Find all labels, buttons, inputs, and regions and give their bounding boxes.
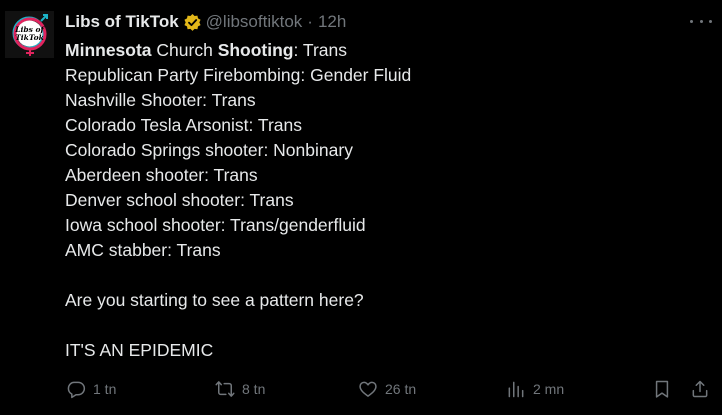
tweet-line-2: Republican Party Firebombing: Gender Flu… [65, 65, 412, 85]
avatar-text-bottom: TikTok [15, 33, 44, 42]
action-bar: 1 tn 8 tn 26 tn 2 mn [0, 376, 722, 402]
reply-count: 1 tn [93, 381, 117, 397]
bookmark-button[interactable] [652, 376, 672, 402]
avatar[interactable]: Libs of TikTok [5, 11, 54, 58]
verified-badge-icon[interactable] [183, 13, 202, 32]
text-church: Church [151, 40, 218, 60]
bookmark-icon [652, 379, 672, 399]
repost-icon [215, 379, 235, 399]
repost-count: 8 tn [242, 381, 266, 397]
tweet-line-1: Minnesota Church Shooting: Trans [65, 38, 705, 63]
tweet-line-7: Denver school shooter: Trans [65, 190, 294, 210]
views-count: 2 mn [533, 381, 565, 397]
like-button[interactable]: 26 tn [358, 376, 416, 402]
tweet-line-10: Are you starting to see a pattern here? [65, 290, 364, 310]
tweet-header: Libs of TikTok @libsoftiktok · 12h [65, 11, 346, 33]
share-button[interactable] [690, 376, 710, 402]
like-icon [358, 379, 378, 399]
share-icon [690, 379, 710, 399]
more-icon[interactable] [690, 12, 712, 30]
reply-button[interactable]: 1 tn [66, 376, 116, 402]
text-trans: : Trans [293, 40, 348, 60]
hashtag-shooting: Shooting [217, 40, 294, 60]
tweet-line-9: AMC stabber: Trans [65, 240, 221, 260]
separator-dot: · [307, 12, 313, 31]
views-icon [506, 379, 526, 399]
tweet: Libs of TikTok Libs of TikTok @libsoftik… [0, 0, 722, 415]
repost-button[interactable]: 8 tn [215, 376, 265, 402]
reply-icon [66, 379, 86, 399]
tweet-line-11: IT'S AN EPIDEMIC [65, 340, 214, 360]
tweet-line-8: Iowa school shooter: Trans/genderfluid [65, 215, 366, 235]
author-name[interactable]: Libs of TikTok [65, 12, 179, 32]
tweet-line-5: Colorado Springs shooter: Nonbinary [65, 140, 353, 160]
like-count: 26 tn [385, 381, 417, 397]
hashtag-minnesota: Minnesota [65, 40, 152, 60]
tweet-line-6: Aberdeen shooter: Trans [65, 165, 258, 185]
tweet-line-4: Colorado Tesla Arsonist: Trans [65, 115, 303, 135]
timestamp[interactable]: 12h [318, 12, 346, 32]
tweet-body: Minnesota Church Shooting: Trans Republi… [65, 38, 705, 363]
avatar-logo: Libs of TikTok [5, 11, 54, 58]
views-button[interactable]: 2 mn [506, 376, 564, 402]
author-handle[interactable]: @libsoftiktok [206, 12, 303, 32]
tweet-line-3: Nashville Shooter: Trans [65, 90, 256, 110]
